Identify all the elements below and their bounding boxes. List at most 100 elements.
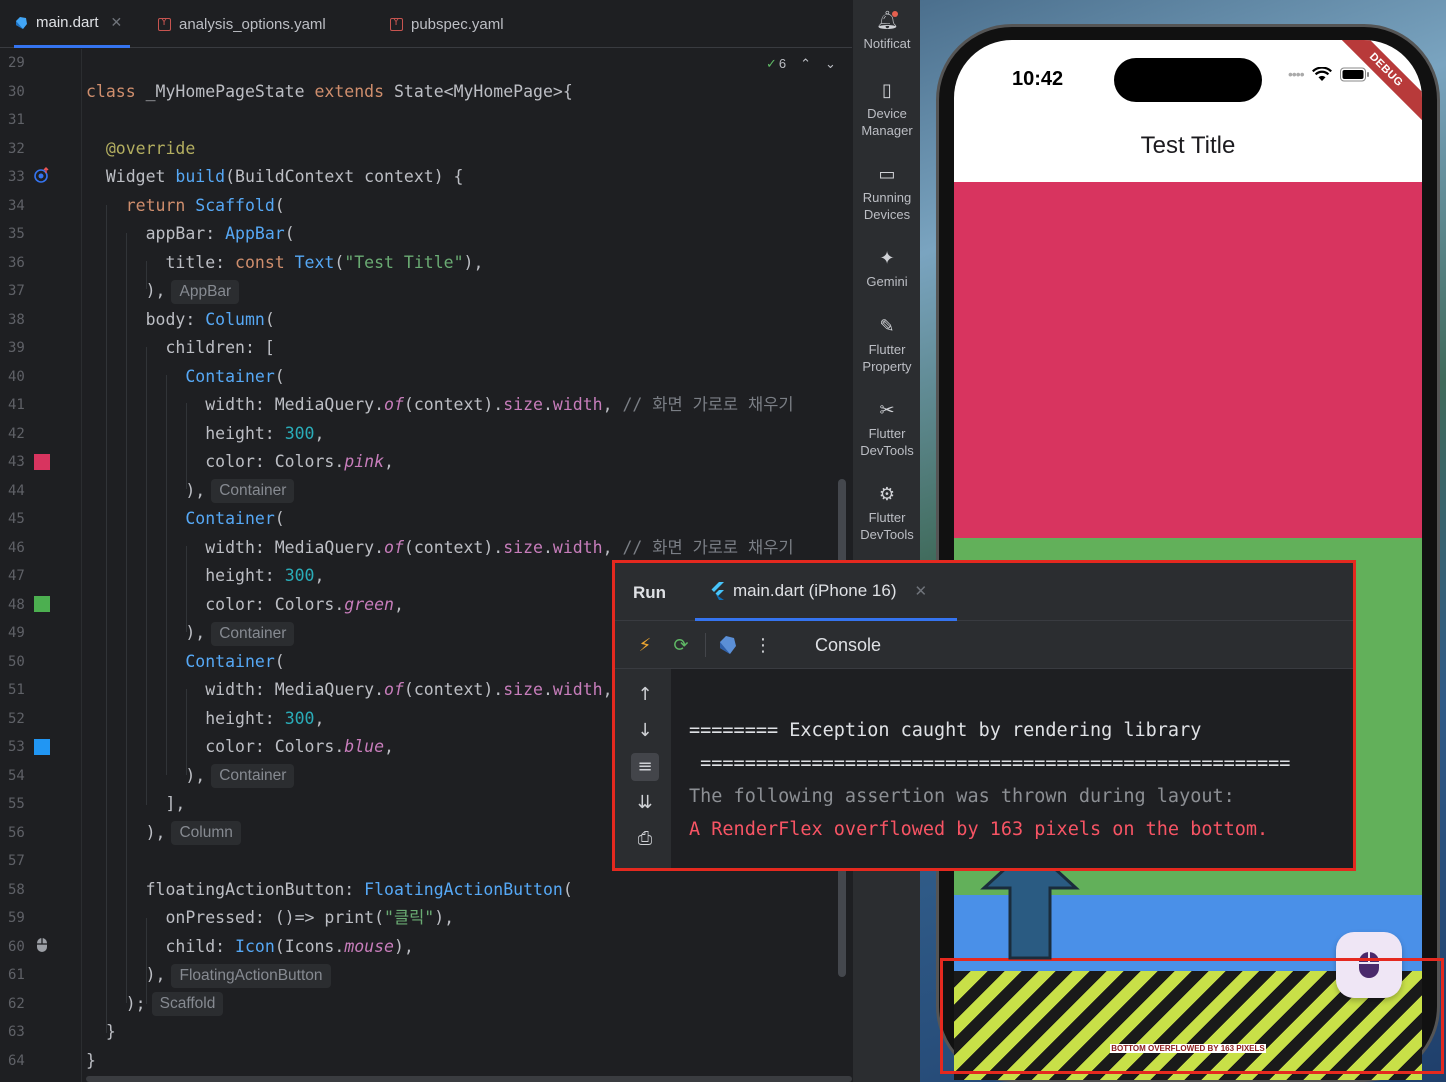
line-number: 39 — [8, 340, 25, 356]
scroll-to-end-icon[interactable]: ⇊ — [631, 789, 659, 817]
code-line: width: MediaQuery.of(context).size.width… — [86, 395, 794, 414]
wifi-icon — [1311, 66, 1332, 81]
line-number: 52 — [8, 710, 25, 727]
run-config-tab[interactable]: main.dart (iPhone 16) ✕ — [695, 563, 957, 621]
chevron-down-icon[interactable]: ⌄ — [825, 56, 836, 72]
code-line: appBar: AppBar( — [86, 224, 295, 243]
blue-color-swatch[interactable] — [34, 739, 50, 755]
console-tab[interactable]: Console — [815, 635, 881, 656]
code-line: ), Container — [86, 477, 295, 505]
tool-label: Flutter DevTools — [860, 510, 914, 542]
tool-label: Device Manager — [861, 106, 913, 138]
console-output-line: The following assertion was thrown durin… — [689, 786, 1235, 807]
check-icon: ✓ 6 — [766, 56, 787, 71]
signal-dots-icon: •••• — [1288, 66, 1305, 82]
line-number: 29 — [8, 55, 25, 71]
line-number: 59 — [8, 910, 25, 926]
right-tool-strip: 🔔︎ Notificat ▯ Device Manager ▭ Running … — [852, 0, 920, 1082]
code-line: color: Colors.green, — [86, 594, 404, 614]
green-color-swatch[interactable] — [34, 596, 50, 612]
soft-wrap-icon[interactable]: ≡ — [631, 753, 659, 781]
closing-label-hint: Column — [171, 821, 241, 845]
code-line: onPressed: ()=> print("클릭"), — [86, 908, 455, 927]
tool-notifications[interactable]: 🔔︎ Notificat — [853, 10, 921, 52]
line-number: 34 — [8, 197, 25, 214]
closing-label-hint: Container — [211, 764, 295, 788]
line-number: 60 — [8, 938, 25, 955]
code-line: children: [ — [86, 338, 275, 357]
tab-analysis-options[interactable]: analysis_options.yaml — [158, 0, 326, 48]
pink-container — [954, 182, 1422, 538]
inspection-widget[interactable]: ✓ 6 ⌃ ⌄ — [766, 55, 836, 73]
code-line: @override — [105, 138, 196, 158]
close-run-tab-icon[interactable]: ✕ — [914, 582, 927, 600]
line-number-gutter: 29 30 31 32 33 34 35 36 37 38 39 40 41 4… — [0, 49, 82, 1082]
code-line: } — [86, 1050, 96, 1070]
code-line: body: Column( — [86, 309, 275, 329]
tool-label: Flutter Property — [862, 342, 912, 374]
closing-label-hint: AppBar — [171, 279, 240, 304]
more-options-icon[interactable]: ⋮ — [751, 633, 775, 657]
editor-tab-bar: main.dart ✕ analysis_options.yaml pubspe… — [0, 0, 852, 48]
code-line: Widget build(BuildContext context) { — [86, 167, 464, 186]
tool-flutter-property[interactable]: ✎ Flutter Property — [853, 316, 921, 375]
device-manager-icon: ▯ — [882, 80, 892, 101]
tool-label: Notificat — [863, 36, 911, 51]
code-line: ), FloatingActionButton — [86, 961, 331, 989]
code-line: title: const Text("Test Title"), — [86, 252, 484, 272]
line-number: 53 — [8, 739, 25, 755]
code-line: width: MediaQuery.of(context).size.width… — [86, 680, 613, 699]
tab-main-dart[interactable]: main.dart ✕ — [14, 0, 131, 48]
scroll-up-icon[interactable]: ↑ — [631, 681, 659, 709]
console-output-line: ========================================… — [689, 753, 1291, 774]
pink-color-swatch[interactable] — [34, 454, 50, 470]
console-output-line: ======== Exception caught by rendering l… — [689, 720, 1202, 741]
code-line: ), Container — [86, 762, 295, 790]
flutter-icon — [711, 581, 724, 600]
closing-label-hint: FloatingActionButton — [171, 963, 331, 988]
gemini-icon: ✦ — [879, 248, 895, 269]
tool-flutter-devtools[interactable]: ✂ Flutter DevTools — [853, 400, 921, 459]
code-line: } — [86, 1022, 116, 1041]
tool-running-devices[interactable]: ▭ Running Devices — [853, 164, 921, 223]
console-error-line: A RenderFlex overflowed by 163 pixels on… — [689, 819, 1269, 840]
hot-reload-icon[interactable]: ⚡ — [633, 633, 657, 657]
tab-pubspec[interactable]: pubspec.yaml — [390, 0, 504, 48]
print-icon[interactable]: ⎙ — [631, 825, 659, 853]
dart-file-icon — [16, 16, 27, 29]
flutter-devtools-icon: ⚙ — [878, 484, 896, 505]
line-number: 35 — [8, 226, 25, 242]
code-line: ), Container — [86, 619, 295, 647]
toolbar-divider — [705, 633, 706, 657]
code-line: ), Column — [86, 819, 241, 847]
code-line: ), AppBar — [86, 277, 240, 305]
line-number: 41 — [8, 397, 25, 413]
bell-icon: 🔔︎ — [876, 10, 899, 31]
run-panel-header: Run main.dart (iPhone 16) ✕ — [615, 563, 1353, 621]
run-side-toolbar: ↑ ↓ ≡ ⇊ ⎙ — [615, 669, 671, 868]
code-line: Container( — [185, 366, 285, 386]
code-line: Container( — [185, 509, 285, 528]
chevron-up-icon[interactable]: ⌃ — [800, 56, 811, 72]
line-number: 57 — [8, 853, 25, 869]
code-line: floatingActionButton: FloatingActionButt… — [86, 879, 573, 899]
code-line: width: MediaQuery.of(context).size.width… — [86, 537, 794, 557]
hot-restart-icon[interactable]: ⟳ — [669, 633, 693, 657]
tool-gemini[interactable]: ✦ Gemini — [853, 248, 921, 290]
tool-label: Running Devices — [862, 190, 912, 222]
run-tab-label: main.dart (iPhone 16) — [733, 580, 897, 600]
code-line: ); Scaffold — [86, 990, 224, 1018]
run-panel[interactable]: Run main.dart (iPhone 16) ✕ ⚡ ⟳ ⋮ Consol… — [612, 560, 1356, 871]
flutter-devtools-icon: ✂ — [879, 400, 895, 421]
closing-label-hint: Container — [211, 621, 295, 646]
overflow-highlight-box — [940, 958, 1444, 1074]
horizontal-scrollbar[interactable] — [86, 1076, 852, 1082]
dart-devtools-icon[interactable] — [715, 633, 739, 657]
scroll-down-icon[interactable]: ↓ — [631, 717, 659, 745]
mouse-icon[interactable] — [34, 937, 50, 953]
override-target-icon[interactable] — [34, 167, 50, 183]
line-number: 61 — [8, 967, 25, 983]
tool-flutter-devtools-2[interactable]: ⚙ Flutter DevTools — [853, 484, 921, 543]
close-tab-icon[interactable]: ✕ — [111, 14, 123, 31]
tool-device-manager[interactable]: ▯ Device Manager — [853, 80, 921, 139]
